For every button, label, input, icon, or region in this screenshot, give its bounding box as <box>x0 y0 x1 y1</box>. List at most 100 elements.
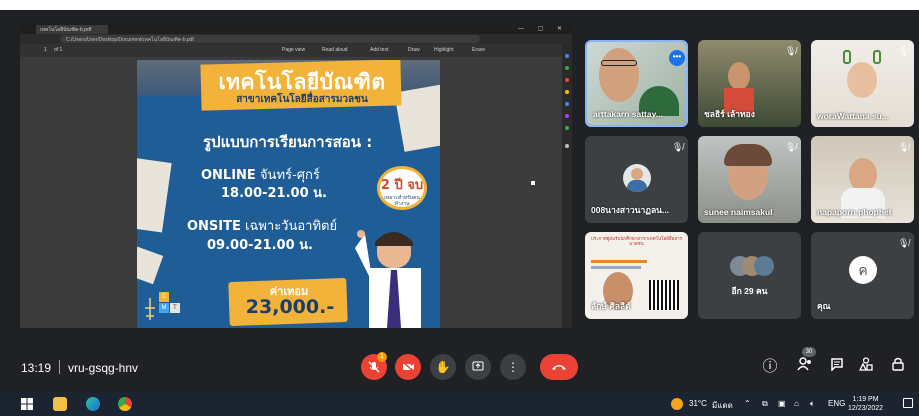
weather-temperature[interactable]: 31°C <box>689 399 707 408</box>
highlight-button[interactable]: Highlight <box>434 47 453 53</box>
volume-icon[interactable]: 🔈︎ <box>810 399 815 409</box>
raise-hand-button[interactable]: ✋ <box>430 354 456 380</box>
windows-start-icon[interactable] <box>20 397 34 411</box>
logo-letter: M <box>159 303 169 313</box>
notification-center-icon[interactable] <box>903 398 913 408</box>
sidebar-icon[interactable] <box>565 90 569 94</box>
network-icon[interactable]: ⧉ <box>762 399 768 409</box>
add-text-button[interactable]: Add text <box>370 47 388 53</box>
url-field[interactable]: C:/Users/User/Desktop/Document/เทคโนโลยี… <box>60 35 480 43</box>
program-logo: C M T <box>143 292 180 322</box>
reindeer-antler <box>843 50 851 64</box>
onsite-time: 09.00-21.00 น. <box>207 238 313 253</box>
participant-name: คุณ <box>817 301 831 311</box>
mic-off-icon: 🎙︎̸ <box>672 142 684 152</box>
browser-tab[interactable]: เทคโนโลยีบัณฑิต-b.pdf <box>36 25 108 34</box>
participant-name: napaporn phophet <box>817 207 892 217</box>
page-view-button[interactable]: Page view <box>282 47 305 53</box>
edge-browser-icon[interactable] <box>86 397 100 411</box>
meeting-details-button[interactable]: ⓘ <box>760 357 780 377</box>
chat-icon <box>831 358 843 372</box>
self-tile[interactable]: ค 🎙︎̸ คุณ <box>811 232 914 319</box>
paper-decoration <box>137 157 172 233</box>
participant-hair <box>724 144 772 166</box>
page-field[interactable]: 1 <box>44 47 47 53</box>
logo-letter: C <box>159 292 169 302</box>
sidebar-icon[interactable] <box>565 126 569 130</box>
participant-name: 008นางสาวนาฏลน... <box>591 205 670 215</box>
sidebar-icon[interactable] <box>565 78 569 82</box>
display-icon[interactable]: ▣ <box>778 399 786 408</box>
tray-chevron-icon[interactable]: ⌃ <box>744 399 751 408</box>
draw-button[interactable]: Draw <box>408 47 420 53</box>
leave-call-button[interactable] <box>540 354 578 380</box>
mic-off-icon: 🎙︎̸ <box>898 238 910 248</box>
meeting-controls-bar: 13:19 vru-gsqg-hnv 1 ✋ ⋮ ⓘ 30 <box>0 342 919 390</box>
pdf-toolbar: 1 of 1 Page view Read aloud Add text Dra… <box>20 44 572 57</box>
people-icon <box>797 357 811 371</box>
sidebar-icon[interactable] <box>565 114 569 118</box>
participant-face <box>728 62 750 90</box>
wifi-icon[interactable]: ⌂ <box>794 399 799 408</box>
avatar <box>623 164 651 192</box>
meeting-time: 13:19 <box>21 361 52 375</box>
poster-subtitle: สาขาเทคโนโลยีสื่อสารมวลชน <box>236 94 368 105</box>
people-button[interactable] <box>795 357 815 377</box>
poster-headline: รูปแบบการเรียนการสอน : <box>203 133 373 151</box>
logo-letter: T <box>170 303 180 313</box>
weather-sun-icon[interactable] <box>671 398 683 410</box>
participant-tile[interactable]: ประกาศผู้สมรับนักศึกษาสาขาเทคโนโลยีสื่อส… <box>585 232 688 319</box>
window-controls[interactable]: — ▢ ✕ <box>518 25 568 32</box>
participant-face <box>847 62 877 98</box>
present-button[interactable] <box>465 354 491 380</box>
student-illustration <box>355 230 421 328</box>
browser-side-toolbar <box>562 44 572 328</box>
page-total: of 1 <box>54 47 63 53</box>
top-strip <box>0 0 919 10</box>
weather-description: มีแดด <box>712 401 733 410</box>
sidebar-icon[interactable] <box>565 66 569 70</box>
system-clock[interactable]: 1:19 PM 12/23/2022 <box>848 395 883 413</box>
people-count-badge: 30 <box>802 347 816 357</box>
browser-tab-bar: เทคโนโลยีบัณฑิต-b.pdf — ▢ ✕ <box>20 24 572 34</box>
participant-tile[interactable]: 🎙︎̸ woraWattana su... <box>811 40 914 127</box>
more-options-icon[interactable]: ••• <box>669 50 685 66</box>
camera-toggle-button[interactable] <box>395 354 421 380</box>
present-icon <box>472 361 484 371</box>
onsite-schedule: ONSITE เฉพาะวันอาทิตย์ <box>187 215 337 236</box>
clock-date: 12/23/2022 <box>848 405 884 412</box>
onsite-days: เฉพาะวันอาทิตย์ <box>240 219 338 234</box>
chat-button[interactable] <box>827 357 847 377</box>
sidebar-icon[interactable] <box>565 144 569 148</box>
participant-name: sunee naimsakul <box>704 207 773 217</box>
sidebar-icon[interactable] <box>565 102 569 106</box>
shared-screen: เทคโนโลยีบัณฑิต-b.pdf — ▢ ✕ C:/Users/Use… <box>20 24 572 328</box>
participant-face <box>849 158 877 192</box>
onsite-label: ONSITE <box>187 219 241 234</box>
activities-button[interactable] <box>856 357 876 377</box>
participant-tile[interactable]: 🎙︎̸ ชลธิร์ เล้าทอง <box>698 40 801 127</box>
read-aloud-button[interactable]: Read aloud <box>322 47 348 53</box>
participant-avatars-group <box>730 256 774 276</box>
chrome-browser-icon[interactable] <box>118 397 132 411</box>
windows-taskbar: 31°C มีแดด ⌃ ⧉ ▣ ⌂ 🔈︎ ENG 1:19 PM 12/23/… <box>0 392 919 416</box>
more-participants-tile[interactable]: อีก 29 คน <box>698 232 801 319</box>
participant-tile[interactable]: 🎙︎̸ 008นางสาวนาฏลน... <box>585 136 688 223</box>
participant-name: ชลธิร์ เล้าทอง <box>704 109 755 119</box>
input-language[interactable]: ENG <box>828 399 845 408</box>
participant-name: ลักษ์ ศิลลิต์ <box>591 301 631 311</box>
sidebar-icon[interactable] <box>565 54 569 58</box>
more-options-icon: ⋮ <box>507 360 519 374</box>
file-explorer-icon[interactable] <box>53 397 67 411</box>
host-controls-button[interactable] <box>888 357 908 377</box>
participant-tile[interactable]: 🎙︎̸ napaporn phophet <box>811 136 914 223</box>
mic-off-icon <box>368 361 380 373</box>
meet-window: เทคโนโลยีบัณฑิต-b.pdf — ▢ ✕ C:/Users/Use… <box>0 0 919 416</box>
badge-main: 2 ปี จบ <box>380 178 424 193</box>
more-options-button[interactable]: ⋮ <box>500 354 526 380</box>
participant-tile[interactable]: 🎙︎̸ sunee naimsakul <box>698 136 801 223</box>
participant-tile[interactable]: ••• arttakarn sattay... <box>585 40 688 127</box>
erase-button[interactable]: Erase <box>472 47 485 53</box>
clock-time: 1:19 PM <box>852 396 879 403</box>
participant-face <box>599 48 639 102</box>
